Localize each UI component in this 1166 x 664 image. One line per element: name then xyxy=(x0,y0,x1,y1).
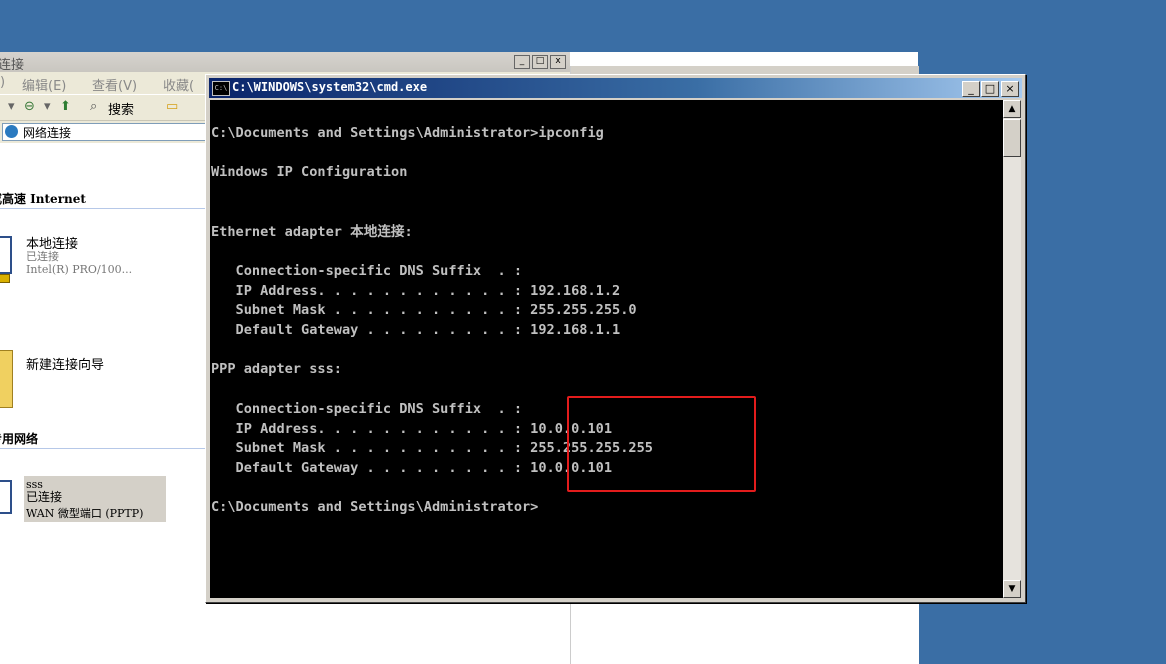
folders-icon[interactable]: ▭ xyxy=(166,99,178,114)
network-plug-icon xyxy=(0,274,10,283)
address-field[interactable]: 网络连接 xyxy=(2,123,214,141)
address-value: 网络连接 xyxy=(23,126,72,140)
cmd-system-icon[interactable]: C:\ xyxy=(212,81,230,96)
vpn-connection-status: 已连接 xyxy=(26,490,63,504)
cmd-maximize-button[interactable]: □ xyxy=(981,81,999,97)
cmd-close-button[interactable]: × xyxy=(1001,81,1019,97)
vpn-connection-device: WAN 微型端口 (PPTP) xyxy=(26,507,144,520)
console-line: Subnet Mask . . . . . . . . . . . : 255.… xyxy=(211,302,637,319)
cmd-title: C:\WINDOWS\system32\cmd.exe xyxy=(232,80,428,94)
console-line: IP Address. . . . . . . . . . . . : 192.… xyxy=(211,282,621,299)
red-annotation-box xyxy=(567,396,756,492)
console-line: C:\Documents and Settings\Administrator>… xyxy=(211,125,604,141)
menu-favorites[interactable]: 收藏( xyxy=(163,75,194,94)
console-line: Default Gateway . . . . . . . . . : 192.… xyxy=(211,322,621,339)
vpn-connection-icon xyxy=(0,480,12,514)
search-button-label[interactable]: 搜索 xyxy=(108,99,134,118)
scrollbar-thumb[interactable] xyxy=(1003,119,1021,157)
scroll-up-arrow-icon[interactable]: ▲ xyxy=(1003,100,1021,118)
menu-file-fragment[interactable]: ) xyxy=(0,75,5,90)
console-line: Connection-specific DNS Suffix . : xyxy=(211,262,522,279)
explorer-title: 连接 xyxy=(0,58,25,73)
cmd-window-controls: _ □ × xyxy=(961,81,1019,97)
minimize-button[interactable]: _ xyxy=(514,55,530,69)
console-prompt-line: C:\Documents and Settings\Administrator> xyxy=(211,499,539,516)
menu-view[interactable]: 查看(V) xyxy=(92,75,137,94)
explorer-title-bar[interactable]: 连接 _ □ x xyxy=(0,52,570,73)
search-icon: ⌕ xyxy=(90,99,98,114)
network-globe-icon xyxy=(5,125,18,138)
local-connection-device: Intel(R) PRO/100... xyxy=(26,263,133,276)
local-connection-status: 已连接 xyxy=(26,250,59,263)
cmd-vertical-scrollbar[interactable]: ▲ ▼ xyxy=(1003,100,1021,598)
scroll-down-arrow-icon[interactable]: ▼ xyxy=(1003,580,1021,598)
forward-dropdown-icon[interactable]: ▾ xyxy=(44,99,51,114)
section-header-internet: 或高速 Internet xyxy=(0,190,210,209)
new-connection-wizard-icon xyxy=(0,350,13,408)
network-connection-icon xyxy=(0,236,12,274)
new-connection-wizard-label[interactable]: 新建连接向导 xyxy=(26,354,104,373)
maximize-button[interactable]: □ xyxy=(532,55,548,69)
console-line: PPP adapter sss: xyxy=(211,361,342,378)
explorer-window-controls: _ □ x xyxy=(514,55,566,69)
cmd-window: C:\ C:\WINDOWS\system32\cmd.exe _ □ × C:… xyxy=(205,74,1026,603)
section-header-private: 专用网络 xyxy=(0,430,210,449)
close-button[interactable]: x xyxy=(550,55,566,69)
cmd-minimize-button[interactable]: _ xyxy=(962,81,980,97)
up-folder-icon[interactable]: ⬆ xyxy=(60,99,71,114)
console-output[interactable]: C:\Documents and Settings\Administrator>… xyxy=(210,100,1003,598)
cmd-title-bar[interactable]: C:\ C:\WINDOWS\system32\cmd.exe _ □ × xyxy=(209,78,1022,98)
back-dropdown-icon[interactable]: ▾ xyxy=(8,99,15,114)
console-line: Ethernet adapter 本地连接: xyxy=(211,223,413,240)
console-line: Windows IP Configuration xyxy=(211,164,408,181)
menu-edit[interactable]: 编辑(E) xyxy=(22,75,66,94)
forward-icon[interactable]: ⊖ xyxy=(24,99,35,114)
